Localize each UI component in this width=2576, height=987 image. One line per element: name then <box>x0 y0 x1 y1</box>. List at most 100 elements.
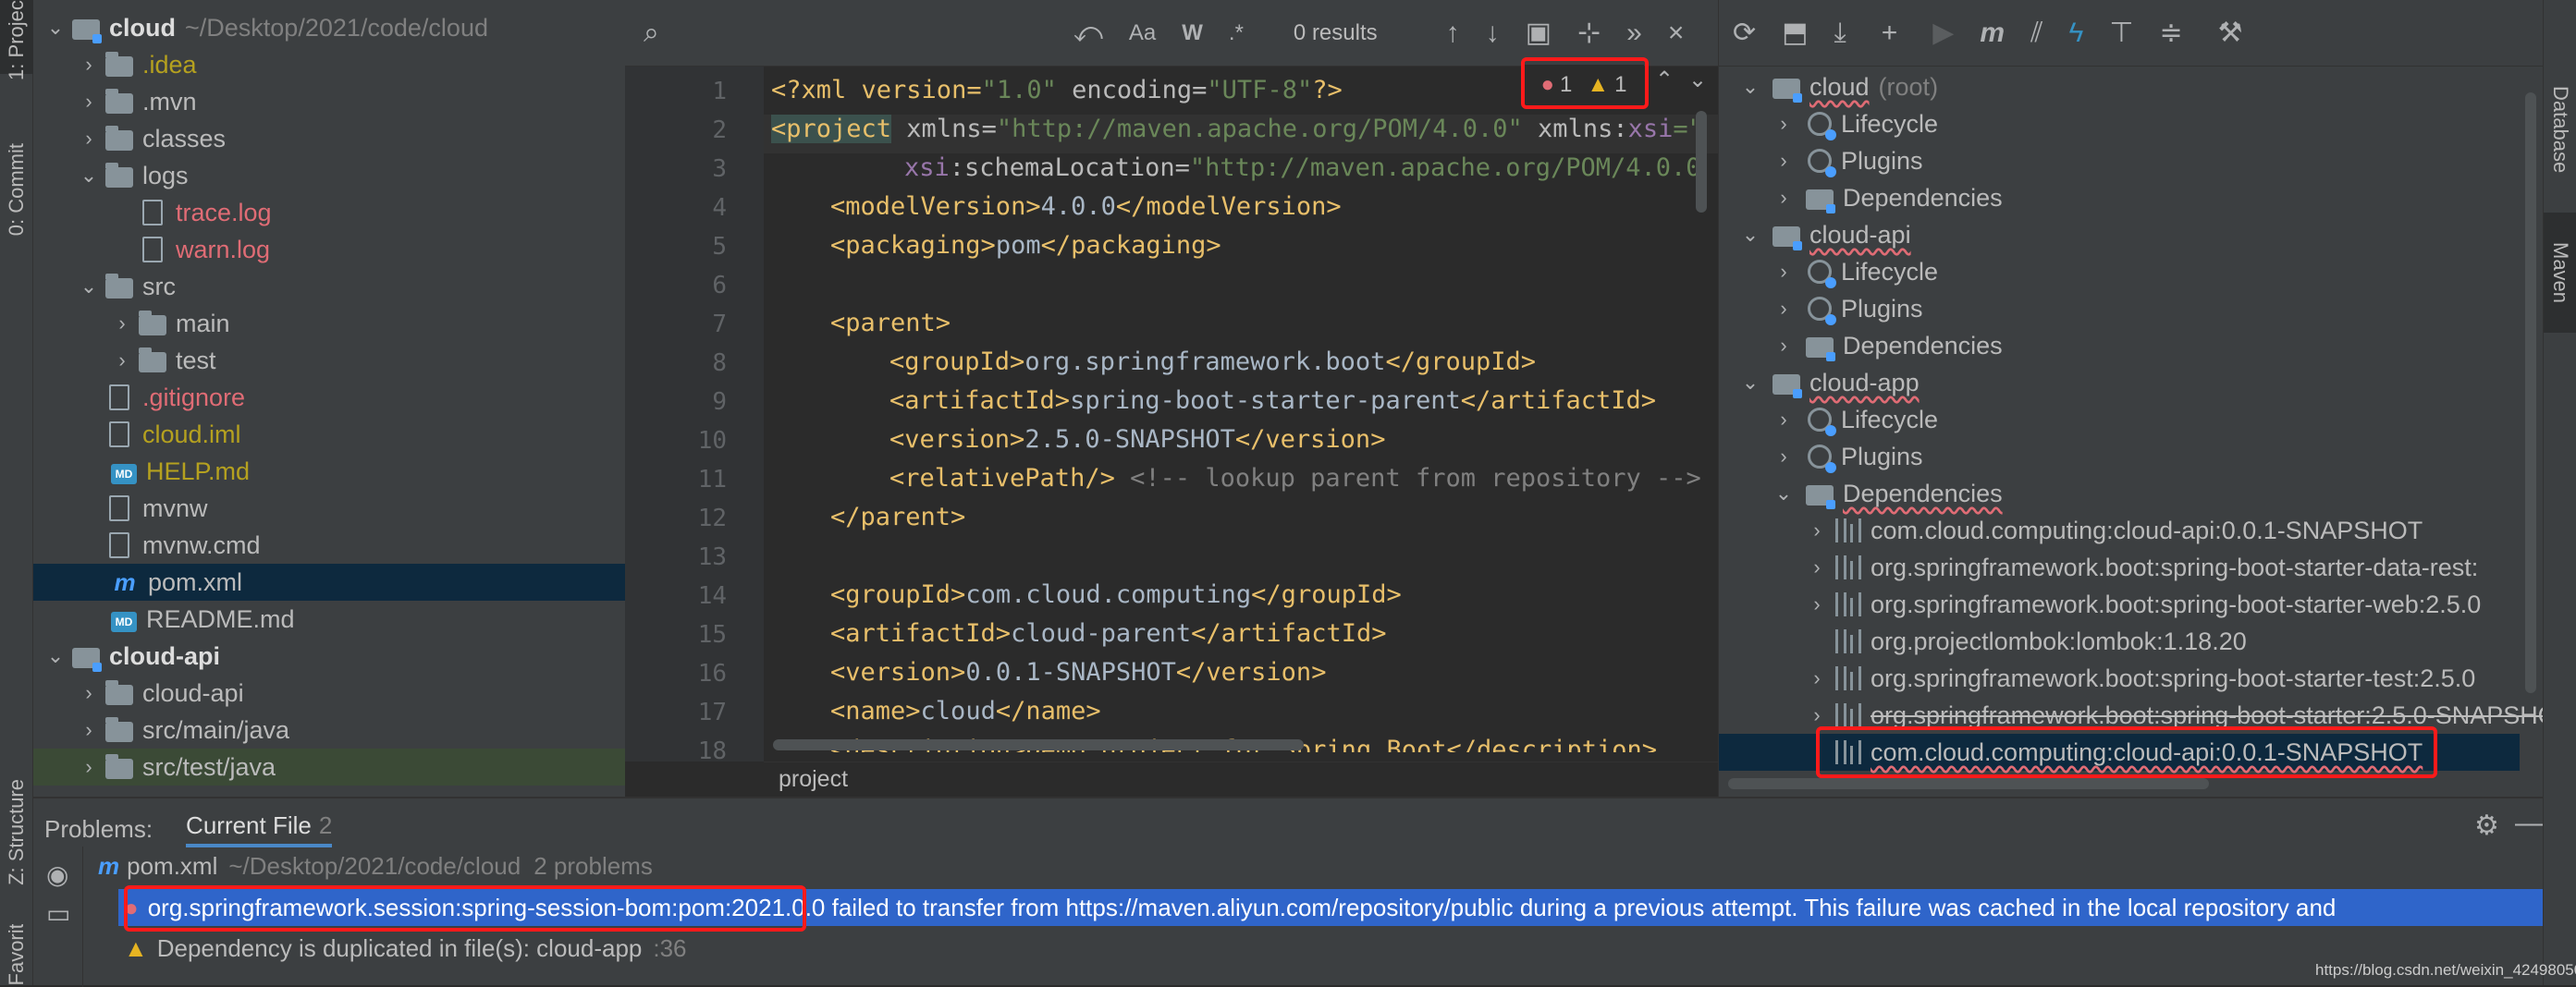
match-case-toggle[interactable]: Aa <box>1129 20 1156 46</box>
maven-row-lifecycle[interactable]: › Lifecycle <box>1771 401 1938 438</box>
add-icon[interactable]: + <box>1882 18 1898 49</box>
tree-row-warn-log[interactable]: warn.log <box>33 231 625 268</box>
chevron-down-icon[interactable]: ⌄ <box>43 16 68 40</box>
maven-row-dependencies[interactable]: ⌄ Dependencies <box>1771 475 2003 512</box>
tab-structure[interactable]: Z: Structure <box>0 758 33 906</box>
tree-row-mvnw-cmd[interactable]: mvnw.cmd <box>33 527 625 564</box>
arrow-down-icon[interactable]: ↓ <box>1486 18 1500 49</box>
tree-row-trace-log[interactable]: trace.log <box>33 194 625 231</box>
close-icon[interactable]: × <box>1668 18 1685 49</box>
execute-goal-icon[interactable]: m <box>1980 18 2005 49</box>
wrench-icon[interactable]: ⚒ <box>2218 17 2243 49</box>
chevron-right-icon[interactable]: › <box>1771 445 1797 469</box>
chevron-right-icon[interactable]: › <box>1804 703 1830 727</box>
tree-row-logs[interactable]: ⌄ logs <box>33 157 625 194</box>
chevron-right-icon[interactable]: › <box>109 311 135 335</box>
problems-file-row[interactable]: m pom.xml ~/Desktop/2021/code/cloud 2 pr… <box>98 852 653 881</box>
tab-project[interactable]: 1: Project <box>0 0 33 79</box>
regex-toggle[interactable]: .* <box>1229 20 1244 46</box>
generate-sources-icon[interactable]: ⬒ <box>1782 17 1808 49</box>
tree-row-readme[interactable]: MD README.md <box>33 601 625 638</box>
maven-row-plugins[interactable]: › Plugins <box>1771 142 1923 179</box>
toggle-offline-icon[interactable]: ⫽ <box>2030 18 2042 49</box>
chevron-right-icon[interactable]: › <box>1771 186 1797 210</box>
problem-row-warning[interactable]: ▲ Dependency is duplicated in file(s): c… <box>118 930 687 967</box>
chevron-right-icon[interactable]: › <box>76 718 102 742</box>
breadcrumb[interactable]: project <box>764 762 1718 797</box>
regex-history-icon[interactable]: ⤺ <box>1073 18 1103 49</box>
chevron-down-icon[interactable]: ⌄ <box>1771 481 1797 506</box>
maven-row-cloud-api[interactable]: ⌄ cloud-api <box>1737 216 1911 253</box>
reload-icon[interactable]: ⟳ <box>1733 17 1756 49</box>
maven-row-cloud-app[interactable]: ⌄ cloud-app <box>1737 364 1920 401</box>
maven-dependency-row[interactable]: › org.springframework.boot:spring-boot-st… <box>1804 660 2475 697</box>
tree-row-cloud-iml[interactable]: cloud.iml <box>33 416 625 453</box>
maven-dependency-row[interactable]: org.projectlombok:lombok:1.18.20 <box>1830 623 2247 660</box>
maven-dependency-row[interactable]: › com.cloud.computing:cloud-api:0.0.1-SNA… <box>1804 512 2423 549</box>
editor-hscrollbar[interactable] <box>773 739 1304 750</box>
skip-tests-icon[interactable]: ϟ <box>2068 18 2083 49</box>
tree-row-cloud-api-module[interactable]: ⌄ cloud-api <box>33 638 625 675</box>
show-dependencies-icon[interactable]: ⊤ <box>2109 17 2133 49</box>
tree-row-mvnw[interactable]: mvnw <box>33 490 625 527</box>
maven-row-cloud[interactable]: ⌄ cloud (root) <box>1737 68 1938 105</box>
tab-favorites[interactable]: 2: Favorites <box>0 924 33 985</box>
arrow-up-icon[interactable]: ↑ <box>1446 18 1460 49</box>
tab-current-file[interactable]: Current File 2 <box>186 811 333 847</box>
chevron-down-icon[interactable]: ⌄ <box>1737 75 1763 99</box>
chevron-down-icon[interactable]: ⌄ <box>1737 371 1763 395</box>
chevron-right-icon[interactable]: › <box>1804 666 1830 690</box>
chevron-right-icon[interactable]: › <box>109 348 135 372</box>
collapse-all-icon[interactable]: ≑ <box>2159 17 2182 49</box>
chevron-right-icon[interactable]: › <box>76 127 102 151</box>
chevron-right-icon[interactable]: › <box>1771 260 1797 284</box>
tree-row-help-md[interactable]: MD HELP.md <box>33 453 625 490</box>
tab-maven[interactable]: Maven <box>2544 213 2576 333</box>
preview-icon[interactable]: ▭ <box>46 898 70 929</box>
maven-dependency-row[interactable]: › org.springframework.boot:spring-boot-st… <box>1804 549 2478 586</box>
chevron-down-icon[interactable]: ⌄ <box>76 274 102 299</box>
tree-row-src-main-java[interactable]: › src/main/java <box>33 712 625 749</box>
tree-row-src-test-java[interactable]: › src/test/java <box>33 749 625 786</box>
settings-icon[interactable]: ⚙ <box>2474 810 2499 842</box>
search-icon[interactable]: ⌕ <box>644 18 659 49</box>
add-caret-icon[interactable]: ⊹ <box>1577 17 1601 49</box>
chevron-down-icon[interactable]: ⌄ <box>1688 67 1707 93</box>
tree-row-cloud[interactable]: ⌄ cloud ~/Desktop/2021/code/cloud <box>33 9 625 46</box>
tab-database[interactable]: Database <box>2544 55 2576 203</box>
chevron-right-icon[interactable]: › <box>76 755 102 779</box>
editor-scrollbar[interactable] <box>1696 111 1707 213</box>
tree-row-pom-xml[interactable]: m pom.xml <box>33 564 625 601</box>
chevron-down-icon[interactable]: ⌄ <box>1737 223 1763 247</box>
maven-hscrollbar[interactable] <box>1728 778 2209 789</box>
chevron-right-icon[interactable]: › <box>1771 297 1797 321</box>
tree-row-main[interactable]: › main <box>33 305 625 342</box>
maven-row-plugins[interactable]: › Plugins <box>1771 438 1923 475</box>
chevron-right-icon[interactable]: › <box>76 681 102 705</box>
chevron-down-icon[interactable]: ⌄ <box>43 644 68 668</box>
tree-row-mvn[interactable]: › .mvn <box>33 83 625 120</box>
tree-row-test[interactable]: › test <box>33 342 625 379</box>
run-icon[interactable]: ▶ <box>1932 17 1954 49</box>
tab-commit[interactable]: 0: Commit <box>0 120 33 259</box>
chevron-right-icon[interactable]: › <box>1771 408 1797 432</box>
maven-dependency-row[interactable]: › org.springframework.boot:spring-boot-st… <box>1804 586 2481 623</box>
minimize-icon[interactable]: — <box>2515 808 2543 839</box>
chevron-up-icon[interactable]: ⌃ <box>1655 67 1674 93</box>
tree-row-cloud-api[interactable]: › cloud-api <box>33 675 625 712</box>
tree-row-src[interactable]: ⌄ src <box>33 268 625 305</box>
tree-row-idea[interactable]: › .idea <box>33 46 625 83</box>
chevron-right-icon[interactable]: › <box>1804 518 1830 542</box>
maven-row-dependencies[interactable]: › Dependencies <box>1771 327 2003 364</box>
maven-row-plugins[interactable]: › Plugins <box>1771 290 1923 327</box>
maven-scrollbar[interactable] <box>2525 92 2536 693</box>
select-all-occurrences-icon[interactable]: ▣ <box>1526 17 1552 49</box>
chevron-right-icon[interactable]: › <box>1804 592 1830 616</box>
chevron-right-icon[interactable]: › <box>76 53 102 77</box>
match-words-toggle[interactable]: W <box>1182 20 1203 46</box>
eye-icon[interactable]: ◉ <box>46 859 68 890</box>
tree-row-gitignore[interactable]: .gitignore <box>33 379 625 416</box>
maven-row-dependencies[interactable]: › Dependencies <box>1771 179 2003 216</box>
maven-row-lifecycle[interactable]: › Lifecycle <box>1771 253 1938 290</box>
more-icon[interactable]: » <box>1626 18 1642 49</box>
